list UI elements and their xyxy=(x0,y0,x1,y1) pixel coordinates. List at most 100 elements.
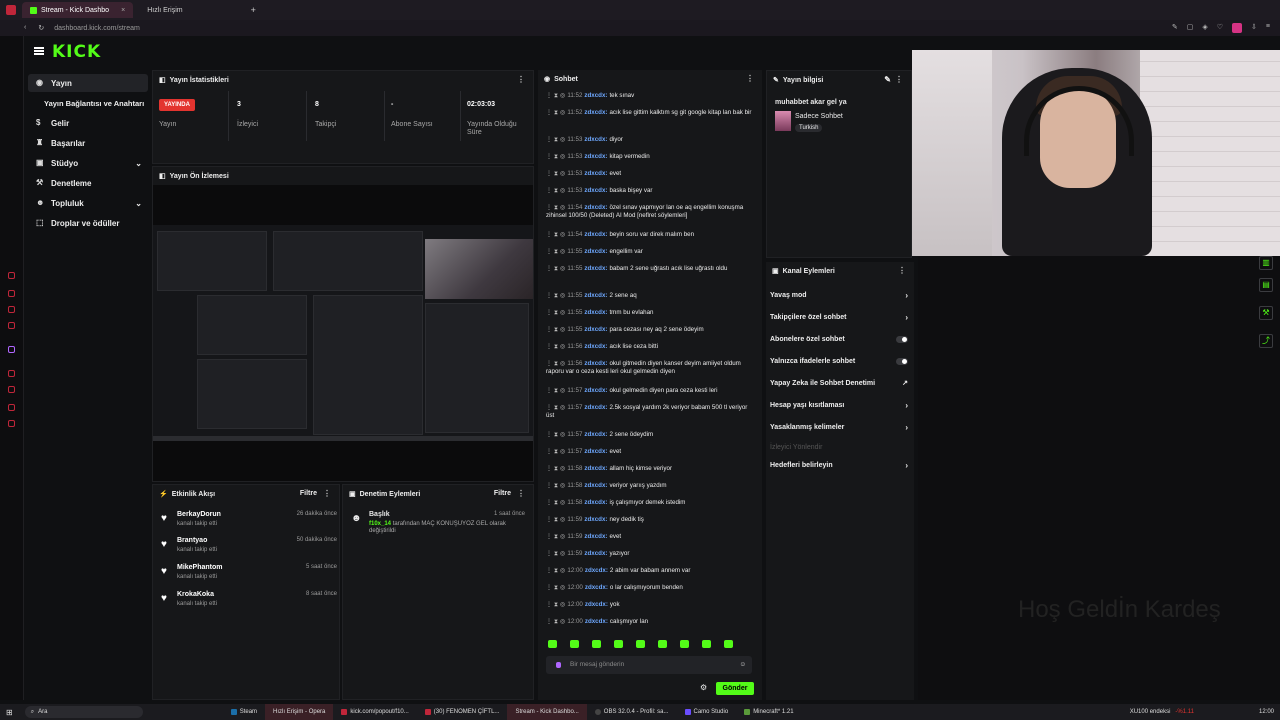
kick-logo[interactable]: KICK xyxy=(52,42,101,62)
emote-icon[interactable] xyxy=(680,640,689,648)
extensions-icon[interactable]: ◈ xyxy=(1202,23,1207,33)
clock[interactable]: 12:00 xyxy=(1259,709,1274,715)
chat-username[interactable]: zdxcdx: xyxy=(584,92,607,99)
chat-username[interactable]: zdxcdx: xyxy=(584,248,607,255)
taskbar-item-camo[interactable]: Camo Studio xyxy=(677,704,737,720)
chat-username[interactable]: zdxcdx: xyxy=(584,550,607,557)
snapshot-icon[interactable]: ▢ xyxy=(1187,23,1194,33)
mod-actions-icon[interactable]: ⋮ ⧗ ◎ xyxy=(546,360,565,367)
emote-icon[interactable] xyxy=(614,640,623,648)
more-options-icon[interactable]: ⋮ xyxy=(517,75,525,84)
mod-actions-icon[interactable]: ⋮ ⧗ ◎ xyxy=(546,516,565,523)
emote-icon[interactable] xyxy=(724,640,733,648)
sidebar-app-icon[interactable] xyxy=(8,322,15,329)
sidebar-app-icon[interactable] xyxy=(8,386,15,393)
chat-username[interactable]: zdxcdx: xyxy=(585,567,608,574)
more-options-icon[interactable]: ⋮ xyxy=(517,489,525,498)
new-tab-icon[interactable]: + xyxy=(251,5,256,15)
settings-gear-icon[interactable]: ⚙ xyxy=(700,683,707,692)
taskbar-item-opera[interactable]: Hızlı Erişim - Opera xyxy=(265,704,334,720)
filter-button[interactable]: Filtre xyxy=(494,490,511,497)
action-banned-words[interactable]: Yasaklanmış kelimeler › xyxy=(770,423,910,432)
chat-input[interactable]: Bir mesaj gönderin ☺ xyxy=(546,656,752,674)
emote-icon[interactable] xyxy=(548,640,557,648)
chat-username[interactable]: zdxcdx: xyxy=(584,326,607,333)
heart-icon[interactable]: ♡ xyxy=(1217,23,1223,33)
hamburger-menu-icon[interactable] xyxy=(34,47,44,55)
emote-icon[interactable] xyxy=(592,640,601,648)
chat-username[interactable]: zdxcdx: xyxy=(585,618,608,625)
toggle-switch[interactable] xyxy=(896,336,908,343)
action-set-goals[interactable]: Hedefleri belirleyin › xyxy=(770,461,910,470)
mod-actions-icon[interactable]: ⋮ ⧗ ◎ xyxy=(546,618,565,625)
filter-button[interactable]: Filtre xyxy=(300,490,317,497)
chat-username[interactable]: zdxcdx: xyxy=(584,265,607,272)
mod-actions-icon[interactable]: ⋮ ⧗ ◎ xyxy=(546,265,565,272)
chat-username[interactable]: zdxcdx: xyxy=(584,170,607,177)
mod-actions-icon[interactable]: ⋮ ⧗ ◎ xyxy=(546,309,565,316)
download-icon[interactable]: ⇩ xyxy=(1251,23,1257,33)
sidebar-app-icon[interactable] xyxy=(8,370,15,377)
sidebar-item-denetleme[interactable]: ⚒ Denetleme xyxy=(28,174,148,192)
twitch-icon[interactable] xyxy=(8,346,15,353)
profile-icon[interactable] xyxy=(1232,23,1243,33)
username[interactable]: MikePhantom xyxy=(177,564,223,571)
sidebar-item-basarilar[interactable]: ♜ Başarılar xyxy=(28,134,148,152)
sidebar-item-yayin[interactable]: ◉ Yayın xyxy=(28,74,148,92)
chat-username[interactable]: zdxcdx: xyxy=(584,465,607,472)
category-thumbnail[interactable] xyxy=(775,111,791,131)
sidebar-item-topluluk[interactable]: ☻ Topluluk ⌄ xyxy=(28,194,148,212)
chat-username[interactable]: zdxcdx: xyxy=(584,404,607,411)
mod-actions-icon[interactable]: ⋮ ⧗ ◎ xyxy=(546,550,565,557)
username[interactable]: KrokaKoka xyxy=(177,591,214,598)
sidebar-app-icon[interactable] xyxy=(8,404,15,411)
chat-username[interactable]: zdxcdx: xyxy=(584,204,607,211)
layout-icon[interactable]: ▥ xyxy=(1259,256,1273,270)
mod-actions-icon[interactable]: ⋮ ⧗ ◎ xyxy=(546,584,565,591)
chat-username[interactable]: zdxcdx: xyxy=(584,309,607,316)
mod-actions-icon[interactable]: ⋮ ⧗ ◎ xyxy=(546,533,565,540)
emote-icon[interactable] xyxy=(570,640,579,648)
windows-start-icon[interactable]: ⊞ xyxy=(6,708,13,717)
back-icon[interactable]: ‹ xyxy=(24,24,26,32)
toggle-switch[interactable] xyxy=(896,358,908,365)
mod-actions-icon[interactable]: ⋮ ⧗ ◎ xyxy=(546,109,565,116)
moderator-name[interactable]: f10x_14 xyxy=(369,521,391,527)
category-name[interactable]: Sadece Sohbet xyxy=(795,113,843,120)
taskbar-item-kick-popout[interactable]: kick.com/popout/f10... xyxy=(333,704,416,720)
mod-actions-icon[interactable]: ⋮ ⧗ ◎ xyxy=(546,387,565,394)
taskbar-item-minecraft[interactable]: Minecraft* 1.21 xyxy=(736,704,801,720)
username[interactable]: Brantyao xyxy=(177,537,207,544)
sidebar-app-icon[interactable] xyxy=(8,306,15,313)
mod-actions-icon[interactable]: ⋮ ⧗ ◎ xyxy=(546,567,565,574)
chat-username[interactable]: zdxcdx: xyxy=(584,292,607,299)
action-account-age[interactable]: Hesap yaşı kısıtlaması › xyxy=(770,401,910,410)
mod-actions-icon[interactable]: ⋮ ⧗ ◎ xyxy=(546,448,565,455)
opera-icon[interactable] xyxy=(6,5,16,15)
mod-actions-icon[interactable]: ⋮ ⧗ ◎ xyxy=(546,482,565,489)
mod-actions-icon[interactable]: ⋮ ⧗ ◎ xyxy=(546,499,565,506)
mod-actions-icon[interactable]: ⋮ ⧗ ◎ xyxy=(546,326,565,333)
mod-actions-icon[interactable]: ⋮ ⧗ ◎ xyxy=(546,292,565,299)
emote-icon[interactable] xyxy=(658,640,667,648)
send-button[interactable]: Gönder xyxy=(716,682,754,695)
close-tab-icon[interactable]: × xyxy=(121,7,125,14)
action-followers-only[interactable]: Takipçilere özel sohbet › xyxy=(770,313,910,322)
chat-username[interactable]: zdxcdx: xyxy=(584,387,607,394)
action-slow-mode[interactable]: Yavaş mod › xyxy=(770,291,910,300)
mod-actions-icon[interactable]: ⋮ ⧗ ◎ xyxy=(546,204,565,211)
chat-username[interactable]: zdxcdx: xyxy=(584,499,607,506)
chat-username[interactable]: zdxcdx: xyxy=(584,109,607,116)
sidebar-app-icon[interactable] xyxy=(8,420,15,427)
mod-actions-icon[interactable]: ⋮ ⧗ ◎ xyxy=(546,465,565,472)
emote-icon[interactable] xyxy=(702,640,711,648)
reload-icon[interactable]: ↻ xyxy=(38,24,44,32)
taskbar-item-fenomen[interactable]: (30) FENOMEN ÇİFTL... xyxy=(417,704,508,720)
taskbar-search[interactable]: ⌕ Ara xyxy=(24,706,143,718)
mod-actions-icon[interactable]: ⋮ ⧗ ◎ xyxy=(546,187,565,194)
more-options-icon[interactable]: ⋮ xyxy=(895,75,903,84)
chat-username[interactable]: zdxcdx: xyxy=(584,516,607,523)
chat-username[interactable]: zdxcdx: xyxy=(584,533,607,540)
chat-username[interactable]: zdxcdx: xyxy=(584,343,607,350)
emote-icon[interactable] xyxy=(636,640,645,648)
